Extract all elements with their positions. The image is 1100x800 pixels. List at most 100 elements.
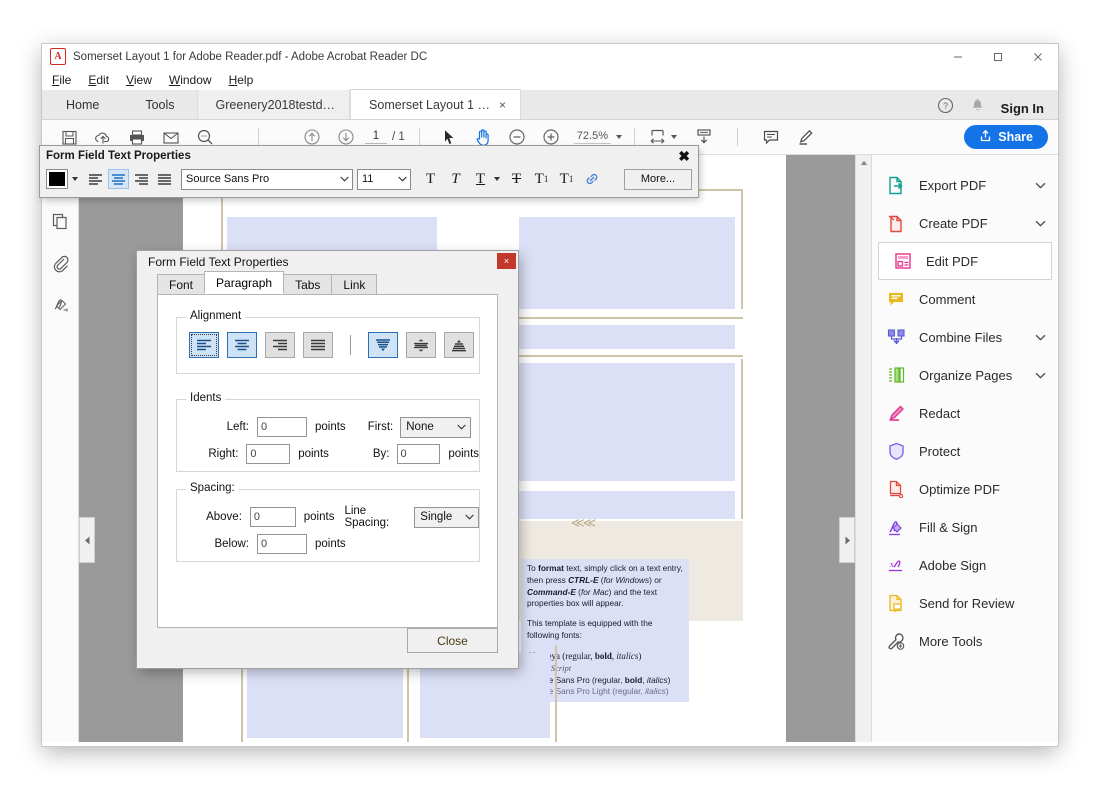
- sign-in-button[interactable]: Sign In: [1001, 101, 1044, 116]
- font-family-select[interactable]: Source Sans Pro: [181, 168, 353, 190]
- page-thumbnails-icon[interactable]: [48, 209, 72, 233]
- spacing-above-input[interactable]: 0: [249, 507, 296, 527]
- tab-home[interactable]: Home: [42, 90, 124, 119]
- document-tab-greenery[interactable]: Greenery2018testd…: [196, 90, 351, 119]
- spacing-group: Spacing: Above: 0 points Line Spacing: S…: [176, 482, 480, 562]
- tool-adobe-sign[interactable]: x Adobe Sign: [872, 546, 1058, 584]
- more-button[interactable]: More...: [624, 168, 692, 190]
- tab-link[interactable]: Link: [331, 274, 378, 294]
- font-size-select[interactable]: 11: [357, 168, 411, 190]
- idents-group-label: Idents: [186, 392, 226, 404]
- valign-middle-button[interactable]: [406, 332, 436, 358]
- menu-help[interactable]: Help: [229, 73, 254, 87]
- fit-width-chevron-icon[interactable]: [671, 135, 677, 139]
- scroll-up-arrow[interactable]: [856, 155, 871, 170]
- document-tab-label: Greenery2018testd…: [215, 97, 336, 112]
- chevron-down-icon[interactable]: [453, 424, 470, 430]
- valign-bottom-button[interactable]: [444, 332, 474, 358]
- chevron-down-icon[interactable]: [461, 514, 478, 520]
- vertical-scrollbar[interactable]: [855, 155, 871, 742]
- chevron-down-icon[interactable]: [1035, 366, 1046, 384]
- chevron-down-icon[interactable]: [394, 176, 410, 182]
- chevron-down-icon[interactable]: [1035, 176, 1046, 194]
- ident-left-input[interactable]: 0: [257, 417, 307, 437]
- tab-tabs[interactable]: Tabs: [283, 274, 333, 294]
- underline-button[interactable]: T: [469, 169, 492, 189]
- menu-file[interactable]: File: [52, 73, 71, 87]
- toolbar-separator-2: [418, 128, 420, 146]
- next-page-arrow[interactable]: [839, 517, 855, 563]
- align-left-button[interactable]: [85, 169, 106, 189]
- document-tab-somerset[interactable]: Somerset Layout 1 … ×: [350, 89, 521, 119]
- signatures-icon[interactable]: [48, 293, 72, 317]
- tool-optimize-pdf[interactable]: Optimize PDF: [872, 470, 1058, 508]
- tool-create-pdf[interactable]: Create PDF: [872, 204, 1058, 242]
- highlight-icon[interactable]: [788, 122, 822, 152]
- toolbar-separator-3: [634, 128, 635, 146]
- chevron-down-icon[interactable]: [1035, 328, 1046, 346]
- align-center-button[interactable]: [108, 169, 129, 189]
- align-justify-button[interactable]: [154, 169, 175, 189]
- menu-edit[interactable]: Edit: [88, 73, 109, 87]
- ident-by-input[interactable]: 0: [396, 444, 441, 464]
- tool-organize-pages[interactable]: Organize Pages: [872, 356, 1058, 394]
- italic-button[interactable]: T: [444, 169, 467, 189]
- help-circle-icon[interactable]: ?: [937, 97, 954, 119]
- tool-redact[interactable]: Redact: [872, 394, 1058, 432]
- tool-label: Adobe Sign: [919, 557, 987, 573]
- valign-top-button[interactable]: [368, 332, 398, 358]
- text-color-swatch[interactable]: [46, 169, 68, 189]
- comment-icon[interactable]: [754, 122, 788, 152]
- strikethrough-button[interactable]: T: [505, 169, 528, 189]
- tool-fill-sign[interactable]: Fill & Sign: [872, 508, 1058, 546]
- attachments-icon[interactable]: [48, 251, 72, 275]
- minimize-button[interactable]: [938, 44, 978, 69]
- protect-icon: [886, 441, 906, 461]
- align-left-button[interactable]: [189, 332, 219, 358]
- tool-label: Combine Files: [919, 329, 1003, 345]
- tab-paragraph[interactable]: Paragraph: [204, 271, 285, 294]
- tool-combine-files[interactable]: Combine Files: [872, 318, 1058, 356]
- chevron-down-icon[interactable]: [494, 177, 500, 181]
- align-right-button[interactable]: [265, 332, 295, 358]
- text-properties-toolbar[interactable]: Form Field Text Properties ✖ Source Sans…: [40, 146, 698, 197]
- dialog-close-icon[interactable]: ×: [497, 253, 516, 269]
- close-button[interactable]: [1018, 44, 1058, 69]
- close-icon[interactable]: ✖: [676, 149, 692, 163]
- superscript-button[interactable]: T1: [530, 169, 553, 189]
- form-field-text-properties-dialog[interactable]: Form Field Text Properties × Font Paragr…: [137, 251, 518, 668]
- chevron-down-icon[interactable]: [1035, 214, 1046, 232]
- line-spacing-select[interactable]: Single: [414, 506, 479, 528]
- bold-button[interactable]: T: [419, 169, 442, 189]
- ident-right-input[interactable]: 0: [246, 444, 291, 464]
- maximize-button[interactable]: [978, 44, 1018, 69]
- menu-window[interactable]: Window: [169, 73, 212, 87]
- bell-icon[interactable]: [970, 98, 985, 119]
- tab-font[interactable]: Font: [157, 274, 206, 294]
- tool-edit-pdf[interactable]: Edit PDF: [878, 242, 1052, 280]
- chevron-down-icon[interactable]: [72, 177, 78, 181]
- align-right-button[interactable]: [131, 169, 152, 189]
- page-number-input[interactable]: 1: [365, 130, 387, 144]
- tool-send-for-review[interactable]: Send for Review: [872, 584, 1058, 622]
- zoom-level-control[interactable]: 72.5%: [573, 130, 622, 144]
- align-center-button[interactable]: [227, 332, 257, 358]
- document-tab-close-icon[interactable]: ×: [499, 98, 506, 112]
- tool-protect[interactable]: Protect: [872, 432, 1058, 470]
- menu-view[interactable]: View: [126, 73, 152, 87]
- previous-page-arrow[interactable]: [79, 517, 95, 563]
- tool-export-pdf[interactable]: Export PDF: [872, 166, 1058, 204]
- tab-tools[interactable]: Tools: [123, 90, 197, 119]
- link-button[interactable]: [580, 169, 603, 189]
- chevron-down-icon[interactable]: [336, 176, 352, 182]
- chevron-down-icon[interactable]: [616, 135, 622, 139]
- align-justify-button[interactable]: [303, 332, 333, 358]
- tool-comment[interactable]: Comment: [872, 280, 1058, 318]
- tool-more-tools[interactable]: More Tools: [872, 622, 1058, 660]
- dialog-close-button[interactable]: Close: [407, 628, 498, 653]
- share-button[interactable]: Share: [964, 125, 1048, 149]
- redact-icon: [886, 403, 906, 423]
- subscript-button[interactable]: T1: [555, 169, 578, 189]
- spacing-below-input[interactable]: 0: [257, 534, 307, 554]
- ident-first-select[interactable]: None: [400, 416, 472, 438]
